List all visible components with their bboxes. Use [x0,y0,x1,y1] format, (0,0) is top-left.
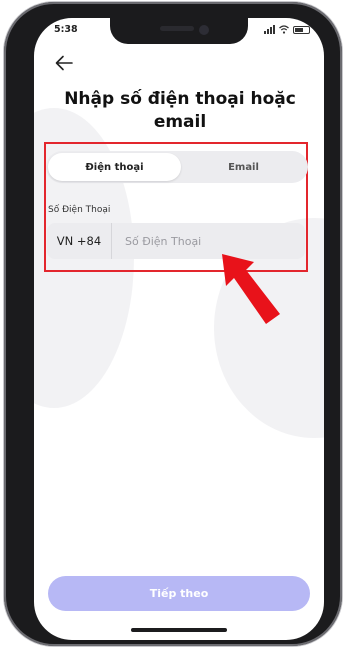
phone-field-label: Số Điện Thoại [48,205,111,215]
phone-frame: 5:38 Nhập số điện thoại hoặc email Điện … [4,2,342,646]
app-screen: 5:38 Nhập số điện thoại hoặc email Điện … [34,18,324,640]
tab-email[interactable]: Email [181,153,306,181]
page-title: Nhập số điện thoại hoặc email [64,89,296,132]
signal-icon [264,25,275,34]
tab-phone[interactable]: Điện thoại [48,153,181,181]
home-indicator [131,628,227,632]
next-button[interactable]: Tiếp theo [48,576,310,611]
status-indicators [264,25,310,34]
login-method-tabs: Điện thoại Email [46,151,308,183]
wifi-icon [279,25,289,34]
country-code-selector[interactable]: VN +84 [47,223,112,259]
annotation-pointer-arrow [222,254,280,324]
camera [199,25,209,35]
back-arrow-icon[interactable] [54,54,74,72]
device-notch [110,18,248,44]
battery-icon [293,25,310,34]
status-time: 5:38 [54,24,78,35]
speaker [160,26,194,31]
